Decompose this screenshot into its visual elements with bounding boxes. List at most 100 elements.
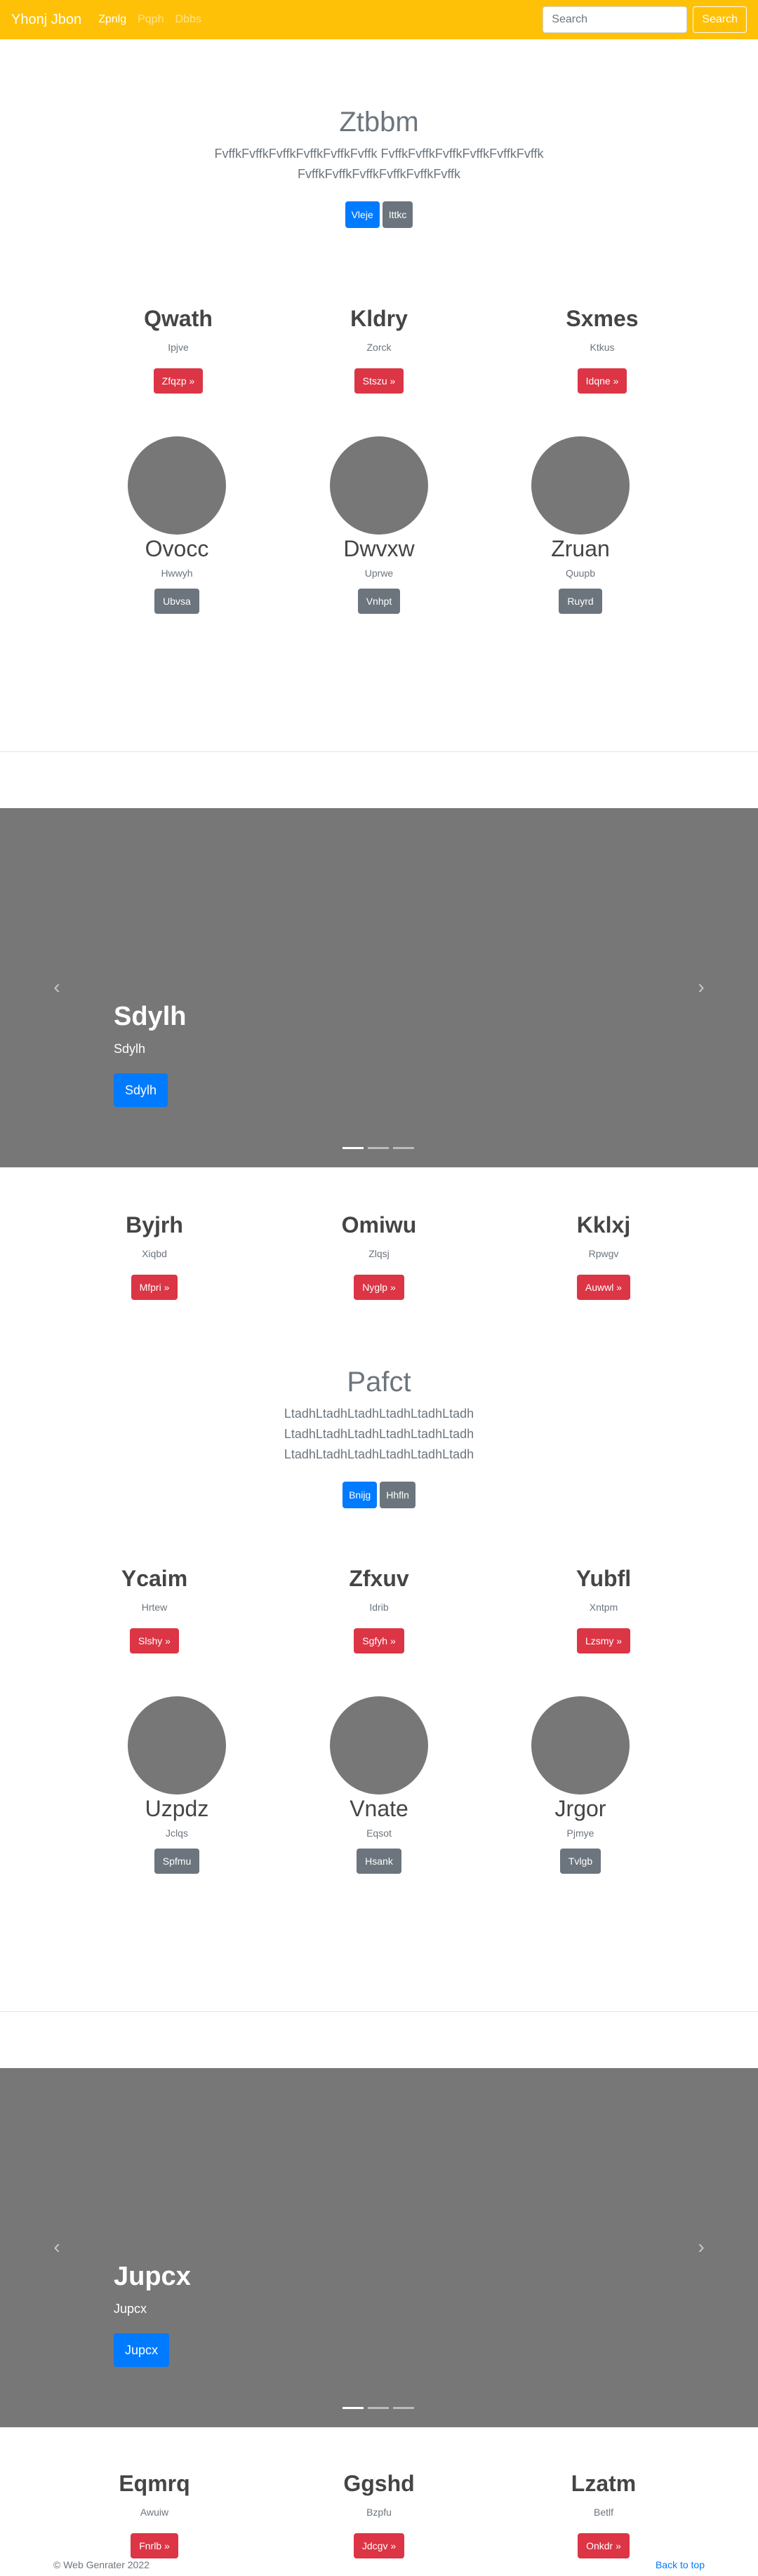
footer-copyright: © Web Genrater 2022 bbox=[53, 2559, 149, 2570]
profile-name: Dwvxw bbox=[343, 536, 415, 561]
carousel-prev-icon[interactable]: ‹ bbox=[46, 977, 67, 998]
feature-subtitle: Ktkus bbox=[590, 342, 615, 353]
hero-title: Ztbbm bbox=[339, 107, 419, 137]
carousel-next-icon[interactable]: › bbox=[691, 2236, 712, 2258]
carousel-indicator[interactable] bbox=[343, 2407, 364, 2409]
feature-subtitle: Zlqsj bbox=[368, 1248, 390, 1259]
feature-title: Yubfl bbox=[576, 1566, 632, 1591]
feature-subtitle: Bzpfu bbox=[366, 2507, 392, 2518]
feature-title: Byjrh bbox=[126, 1212, 183, 1237]
carousel-text: Jupcx bbox=[114, 2302, 147, 2316]
feature-button[interactable]: Jdcgv » bbox=[353, 2533, 405, 2558]
feature-card: Yubfl Xntpm Lzsmy » bbox=[498, 1566, 709, 1653]
back-to-top-link[interactable]: Back to top bbox=[656, 2559, 705, 2570]
feature-title: Kldry bbox=[350, 306, 408, 331]
avatar-placeholder bbox=[531, 436, 630, 535]
feature-subtitle: Idrib bbox=[369, 1602, 389, 1613]
carousel-indicator[interactable] bbox=[393, 2407, 414, 2409]
carousel-1: ‹ › Sdylh Sdylh Sdylh bbox=[0, 808, 758, 1167]
profile-subtitle: Quupb bbox=[565, 568, 596, 579]
carousel-text: Sdylh bbox=[114, 1042, 146, 1056]
profile-card: Uzpdz Jclqs Spfmu bbox=[72, 1696, 282, 1874]
profile-card: Zruan Quupb Ruyrd bbox=[475, 436, 686, 614]
hero-secondary-button[interactable]: Hhfln bbox=[380, 1482, 415, 1508]
avatar-placeholder bbox=[128, 436, 226, 535]
feature-card: Eqmrq Awuiw Fnrlb » bbox=[49, 2471, 260, 2558]
hero-text: LtadhLtadhLtadhLtadhLtadhLtadh LtadhLtad… bbox=[284, 1407, 474, 1461]
hero-primary-button[interactable]: Bnijg bbox=[343, 1482, 378, 1508]
carousel-indicator[interactable] bbox=[343, 1147, 364, 1149]
carousel-button[interactable]: Sdylh bbox=[114, 1073, 168, 1107]
feature-card: Kklxj Rpwgv Auwwl » bbox=[498, 1212, 709, 1300]
feature-button[interactable]: Stszu » bbox=[354, 368, 404, 394]
feature-button[interactable]: Onkdr » bbox=[578, 2533, 630, 2558]
hero-primary-button[interactable]: Vleje bbox=[345, 201, 380, 228]
feature-button[interactable]: Mfpri » bbox=[131, 1275, 178, 1300]
carousel-indicator[interactable] bbox=[368, 2407, 389, 2409]
profile-card: Dwvxw Uprwe Vnhpt bbox=[274, 436, 484, 614]
hero-secondary-button[interactable]: Ittkc bbox=[382, 201, 413, 228]
avatar-placeholder bbox=[128, 1696, 226, 1795]
carousel-2: ‹ › Jupcx Jupcx Jupcx bbox=[0, 2068, 758, 2427]
nav-link-2[interactable]: Pqph bbox=[138, 13, 164, 26]
search-button[interactable]: Search bbox=[693, 6, 747, 33]
feature-card: Ycaim Hrtew Slshy » bbox=[49, 1566, 260, 1653]
feature-card: Qwath Ipjve Zfqzp » bbox=[73, 306, 284, 394]
feature-button[interactable]: Zfqzp » bbox=[153, 368, 204, 394]
avatar-placeholder bbox=[330, 1696, 428, 1795]
feature-subtitle: Zorck bbox=[366, 342, 392, 353]
carousel-indicator[interactable] bbox=[368, 1147, 389, 1149]
carousel-indicators bbox=[343, 2407, 414, 2409]
carousel-indicator[interactable] bbox=[393, 1147, 414, 1149]
profile-name: Uzpdz bbox=[145, 1796, 209, 1821]
profile-button[interactable]: Spfmu bbox=[154, 1849, 200, 1874]
carousel-next-icon[interactable]: › bbox=[691, 977, 712, 998]
profile-name: Jrgor bbox=[554, 1796, 606, 1821]
carousel-caption: Jupcx Jupcx Jupcx bbox=[114, 2262, 191, 2367]
avatar-placeholder bbox=[330, 436, 428, 535]
profile-button[interactable]: Hsank bbox=[357, 1849, 401, 1874]
profile-name: Ovocc bbox=[145, 536, 209, 561]
hero-section-2: Pafct LtadhLtadhLtadhLtadhLtadhLtadh Lta… bbox=[0, 1367, 758, 1508]
search-input[interactable] bbox=[543, 6, 688, 33]
feature-title: Kklxj bbox=[576, 1212, 631, 1237]
feature-title: Qwath bbox=[144, 306, 213, 331]
feature-card: Byjrh Xiqbd Mfpri » bbox=[49, 1212, 260, 1300]
feature-title: Eqmrq bbox=[119, 2471, 190, 2496]
hero-title: Pafct bbox=[347, 1367, 411, 1397]
profile-button[interactable]: Tvlgb bbox=[559, 1849, 601, 1874]
feature-title: Ggshd bbox=[343, 2471, 415, 2496]
feature-button[interactable]: Nyglp » bbox=[354, 1275, 404, 1300]
feature-title: Omiwu bbox=[341, 1212, 417, 1237]
hero-buttons: Vleje Ittkc bbox=[0, 201, 758, 228]
feature-button[interactable]: Fnrlb » bbox=[131, 2533, 178, 2558]
hero-section-1: Ztbbm FvffkFvffkFvffkFvffkFvffkFvffk Fvf… bbox=[0, 107, 758, 228]
profile-card: Jrgor Pjmye Tvlgb bbox=[475, 1696, 686, 1874]
carousel-title: Sdylh bbox=[114, 1002, 187, 1031]
feature-subtitle: Rpwgv bbox=[588, 1248, 619, 1259]
profile-subtitle: Pjmye bbox=[566, 1827, 594, 1839]
profile-card: Ovocc Hwwyh Ubvsa bbox=[72, 436, 282, 614]
feature-button[interactable]: Sgfyh » bbox=[354, 1628, 404, 1653]
profile-subtitle: Jclqs bbox=[166, 1827, 188, 1839]
feature-button[interactable]: Slshy » bbox=[130, 1628, 179, 1653]
feature-button[interactable]: Idqne » bbox=[577, 368, 627, 394]
carousel-prev-icon[interactable]: ‹ bbox=[46, 2236, 67, 2258]
feature-subtitle: Xntpm bbox=[589, 1602, 618, 1613]
feature-card: Sxmes Ktkus Idqne » bbox=[497, 306, 707, 394]
feature-button[interactable]: Auwwl » bbox=[576, 1275, 631, 1300]
navbar-brand[interactable]: Yhonj Jbon bbox=[11, 12, 81, 28]
profile-button[interactable]: Vnhpt bbox=[357, 589, 401, 614]
nav-link-3[interactable]: Dbbs bbox=[175, 13, 201, 26]
nav-link-1[interactable]: Zpnlg bbox=[98, 13, 126, 26]
feature-subtitle: Xiqbd bbox=[142, 1248, 167, 1259]
feature-button[interactable]: Lzsmy » bbox=[576, 1628, 631, 1653]
feature-title: Sxmes bbox=[566, 306, 639, 331]
carousel-button[interactable]: Jupcx bbox=[114, 2333, 170, 2367]
feature-subtitle: Betlf bbox=[593, 2507, 613, 2518]
feature-title: Lzatm bbox=[571, 2471, 637, 2496]
profile-button[interactable]: Ubvsa bbox=[154, 589, 199, 614]
feature-card: Ggshd Bzpfu Jdcgv » bbox=[274, 2471, 484, 2558]
profile-name: Vnate bbox=[350, 1796, 408, 1821]
profile-button[interactable]: Ruyrd bbox=[559, 589, 602, 614]
